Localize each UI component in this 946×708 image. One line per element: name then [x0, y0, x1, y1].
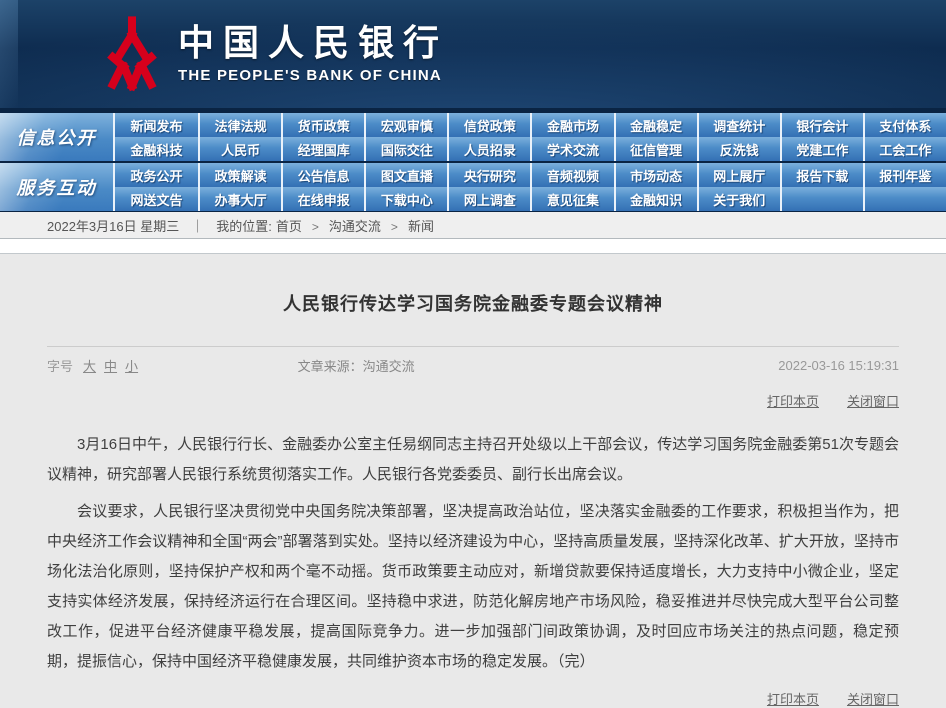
source-value: 沟通交流 [363, 359, 415, 374]
font-size-option[interactable]: 中 [104, 359, 117, 374]
nav-item[interactable]: 银行会计 [780, 113, 863, 137]
nav-section-info-disclosure: 信息公开 新闻发布法律法规货币政策宏观审慎信贷政策金融市场金融稳定调查统计银行会… [0, 113, 946, 161]
close-window-link[interactable]: 关闭窗口 [847, 391, 899, 410]
nav-item [863, 187, 946, 211]
nav-item[interactable]: 货币政策 [281, 113, 364, 137]
font-size-option[interactable]: 小 [125, 359, 138, 374]
nav-section-service-interaction: 服务互动 政务公开政策解读公告信息图文直播央行研究音频视频市场动态网上展厅报告下… [0, 163, 946, 211]
logo-text: 中国人民银行 THE PEOPLE'S BANK OF CHINA [178, 24, 448, 84]
site-logo[interactable]: 中国人民银行 THE PEOPLE'S BANK OF CHINA [100, 15, 448, 93]
nav-item[interactable]: 公告信息 [281, 163, 364, 187]
nav-item[interactable]: 金融知识 [614, 187, 697, 211]
breadcrumb-separator: ｜ [191, 216, 204, 235]
nav-item[interactable]: 新闻发布 [115, 113, 198, 137]
font-size-controls: 字号 大中小 [47, 356, 298, 375]
font-size-label: 字号 [47, 356, 73, 375]
nav-item[interactable]: 反洗钱 [697, 137, 780, 161]
nav-item[interactable]: 央行研究 [447, 163, 530, 187]
breadcrumb-item[interactable]: 新闻 [408, 219, 434, 234]
main-navigation: 信息公开 新闻发布法律法规货币政策宏观审慎信贷政策金融市场金融稳定调查统计银行会… [0, 108, 946, 212]
nav-grid-info-disclosure: 新闻发布法律法规货币政策宏观审慎信贷政策金融市场金融稳定调查统计银行会计支付体系… [113, 113, 946, 161]
pbc-emblem-icon [100, 15, 164, 93]
nav-item[interactable]: 图文直播 [364, 163, 447, 187]
nav-item[interactable]: 在线申报 [281, 187, 364, 211]
article-source: 文章来源：沟通交流 [298, 356, 649, 375]
nav-item[interactable]: 国际交往 [364, 137, 447, 161]
article-paragraph: 3月16日中午，人民银行行长、金融委办公室主任易纲同志主持召开处级以上干部会议，… [47, 430, 899, 490]
nav-item[interactable]: 工会工作 [863, 137, 946, 161]
nav-grid-service-interaction: 政务公开政策解读公告信息图文直播央行研究音频视频市场动态网上展厅报告下载报刊年鉴… [113, 163, 946, 211]
nav-item[interactable]: 下载中心 [364, 187, 447, 211]
site-header: 中国人民银行 THE PEOPLE'S BANK OF CHINA [0, 0, 946, 108]
nav-item[interactable]: 信贷政策 [447, 113, 530, 137]
bank-name-chinese: 中国人民银行 [178, 24, 448, 64]
divider-strip [0, 239, 946, 254]
nav-item[interactable]: 网上调查 [447, 187, 530, 211]
nav-item[interactable]: 征信管理 [614, 137, 697, 161]
breadcrumb: 2022年3月16日 星期三 ｜ 我的位置: 首页 > 沟通交流 > 新闻 [0, 212, 946, 239]
page: 中国人民银行 THE PEOPLE'S BANK OF CHINA 信息公开 新… [0, 0, 946, 692]
breadcrumb-item[interactable]: 沟通交流 [329, 219, 381, 234]
breadcrumb-item-separator: > [391, 220, 398, 234]
article-container: 人民银行传达学习国务院金融委专题会议精神 字号 大中小 文章来源：沟通交流 20… [0, 254, 946, 708]
nav-item[interactable]: 网送文告 [115, 187, 198, 211]
breadcrumb-items: 首页 > 沟通交流 > 新闻 [272, 216, 438, 235]
breadcrumb-item[interactable]: 首页 [276, 219, 302, 234]
nav-item[interactable]: 经理国库 [281, 137, 364, 161]
bank-name-english: THE PEOPLE'S BANK OF CHINA [178, 67, 448, 84]
article-paragraph: 会议要求，人民银行坚决贯彻党中央国务院决策部署，坚决提高政治站位，坚决落实金融委… [47, 497, 899, 677]
nav-item[interactable]: 支付体系 [863, 113, 946, 137]
article-body: 3月16日中午，人民银行行长、金融委办公室主任易纲同志主持召开处级以上干部会议，… [47, 430, 899, 677]
nav-item[interactable]: 党建工作 [780, 137, 863, 161]
source-label: 文章来源： [298, 359, 363, 374]
breadcrumb-date: 2022年3月16日 星期三 [47, 216, 179, 235]
breadcrumb-location-label: 我的位置: [216, 216, 272, 235]
print-page-link[interactable]: 打印本页 [767, 391, 819, 410]
nav-item[interactable]: 法律法规 [198, 113, 281, 137]
nav-item[interactable]: 政务公开 [115, 163, 198, 187]
nav-label-info-disclosure[interactable]: 信息公开 [0, 113, 113, 161]
article-meta-row: 字号 大中小 文章来源：沟通交流 2022-03-16 15:19:31 [47, 346, 899, 375]
nav-item[interactable]: 意见征集 [530, 187, 613, 211]
nav-item[interactable]: 人民币 [198, 137, 281, 161]
article-actions-top: 打印本页 关闭窗口 [47, 391, 899, 410]
nav-item[interactable]: 调查统计 [697, 113, 780, 137]
nav-item[interactable]: 政策解读 [198, 163, 281, 187]
breadcrumb-item-separator: > [312, 220, 319, 234]
nav-item[interactable]: 关于我们 [697, 187, 780, 211]
nav-item[interactable]: 人员招录 [447, 137, 530, 161]
nav-label-service-interaction[interactable]: 服务互动 [0, 163, 113, 211]
nav-item [780, 187, 863, 211]
nav-item[interactable]: 宏观审慎 [364, 113, 447, 137]
font-size-links: 大中小 [83, 356, 146, 375]
article-datetime: 2022-03-16 15:19:31 [648, 358, 899, 373]
nav-item[interactable]: 报刊年鉴 [863, 163, 946, 187]
nav-item[interactable]: 金融科技 [115, 137, 198, 161]
nav-item[interactable]: 音频视频 [530, 163, 613, 187]
nav-item[interactable]: 报告下载 [780, 163, 863, 187]
page-title: 人民银行传达学习国务院金融委专题会议精神 [47, 290, 899, 316]
nav-item[interactable]: 金融稳定 [614, 113, 697, 137]
font-size-option[interactable]: 大 [83, 359, 96, 374]
nav-item[interactable]: 网上展厅 [697, 163, 780, 187]
nav-item[interactable]: 学术交流 [530, 137, 613, 161]
nav-item[interactable]: 金融市场 [530, 113, 613, 137]
nav-item[interactable]: 市场动态 [614, 163, 697, 187]
nav-item[interactable]: 办事大厅 [198, 187, 281, 211]
